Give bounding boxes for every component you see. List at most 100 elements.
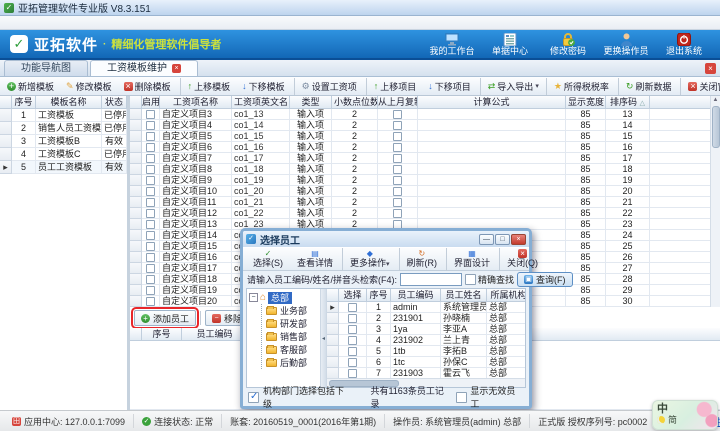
toolbar-button[interactable]: ↻ 刷新数据 bbox=[618, 78, 679, 95]
switch-operator-button[interactable]: 更换操作员 bbox=[600, 33, 652, 56]
exact-search-checkbox[interactable] bbox=[465, 274, 476, 285]
include-sub-checkbox[interactable] bbox=[248, 392, 259, 403]
template-row[interactable]: 1 工资模板 已停用 bbox=[0, 109, 127, 122]
enable-checkbox[interactable] bbox=[146, 231, 155, 240]
employee-row[interactable]: ▸ 1 admin 系统管理员 总部 bbox=[327, 302, 525, 313]
dialog-toolbar-button[interactable]: ▤ 查看详情 bbox=[290, 248, 340, 271]
org-tree-item[interactable]: 销售部 bbox=[262, 330, 320, 343]
employee-row[interactable]: 5 1tb 李拓B 总部 业务部 bbox=[327, 346, 525, 357]
employee-row[interactable]: 2 231901 孙晓楠 总部 销售部 bbox=[327, 313, 525, 324]
query-button[interactable]: ▣ 查询(F) bbox=[517, 272, 573, 287]
enable-checkbox[interactable] bbox=[146, 176, 155, 185]
enable-checkbox[interactable] bbox=[146, 209, 155, 218]
select-employee-checkbox[interactable] bbox=[348, 336, 357, 345]
enable-checkbox[interactable] bbox=[146, 110, 155, 119]
employee-row[interactable]: 3 1ya 李亚A 总部 业务部 bbox=[327, 324, 525, 335]
salary-row[interactable]: 自定义项目10 co1_20 输入项 2 85 20 bbox=[130, 186, 710, 197]
add-employee-button[interactable]: + 添加员工 bbox=[134, 310, 196, 326]
toolbar-button[interactable]: ★ 所得税税率 bbox=[546, 78, 616, 95]
salary-row[interactable]: 自定义项目3 co1_13 输入项 2 85 13 bbox=[130, 109, 710, 120]
salary-row[interactable]: 自定义项目5 co1_15 输入项 2 85 15 bbox=[130, 131, 710, 142]
dialog-maximize-button[interactable]: □ bbox=[495, 234, 510, 245]
select-employee-checkbox[interactable] bbox=[348, 314, 357, 323]
toolbar-button[interactable]: × 删除模板 bbox=[119, 78, 178, 95]
show-invalid-checkbox[interactable] bbox=[456, 392, 467, 403]
salary-row[interactable]: 自定义项目9 co1_19 输入项 2 85 19 bbox=[130, 175, 710, 186]
enable-checkbox[interactable] bbox=[146, 121, 155, 130]
tab-salary-template[interactable]: 工资模板维护 × bbox=[90, 60, 198, 76]
dialog-close-button[interactable]: × bbox=[511, 234, 526, 245]
template-row[interactable]: 4 工资模板C 已停用 bbox=[0, 148, 127, 161]
org-tree-item[interactable]: 客服部 bbox=[262, 343, 320, 356]
dialog-toolbar-button[interactable]: ◆ 更多操作▾ bbox=[342, 248, 397, 271]
salary-row[interactable]: 自定义项目12 co1_22 输入项 2 85 22 bbox=[130, 208, 710, 219]
dialog-toolbar-button[interactable]: ↻ 刷新(R) bbox=[399, 248, 445, 271]
scrollbar-thumb[interactable] bbox=[712, 106, 720, 148]
org-tree-root[interactable]: − ⌂ 总部 bbox=[249, 291, 320, 304]
select-employee-checkbox[interactable] bbox=[348, 347, 357, 356]
toolbar-button[interactable]: ⇄ 导入导出 ▾ bbox=[480, 78, 544, 95]
salary-row[interactable]: 自定义项目4 co1_14 输入项 2 85 14 bbox=[130, 120, 710, 131]
template-row[interactable]: 2 销售人员工资模板 已停用 bbox=[0, 122, 127, 135]
toolbar-button[interactable]: ↓ 下移项目 bbox=[423, 78, 478, 95]
toolbar-button[interactable]: ⚙ 设置工资项 bbox=[294, 78, 364, 95]
copy-checkbox[interactable] bbox=[393, 143, 402, 152]
ime-widget[interactable]: 中 简 bbox=[652, 400, 718, 430]
tab-function-nav[interactable]: 功能导航图 bbox=[4, 60, 88, 76]
copy-checkbox[interactable] bbox=[393, 121, 402, 130]
enable-checkbox[interactable] bbox=[146, 242, 155, 251]
copy-checkbox[interactable] bbox=[393, 165, 402, 174]
dialog-toolbar-button[interactable]: ✓ 选择(S) bbox=[246, 248, 290, 271]
copy-checkbox[interactable] bbox=[393, 187, 402, 196]
org-tree-item[interactable]: 后勤部 bbox=[262, 356, 320, 369]
template-row[interactable]: 3 工资模板B 有效 bbox=[0, 135, 127, 148]
employee-row[interactable]: 7 231903 霍云飞 总部 bbox=[327, 368, 525, 378]
tabrow-close-icon[interactable]: × bbox=[705, 63, 716, 74]
salary-row[interactable]: 自定义项目8 co1_18 输入项 2 85 18 bbox=[130, 164, 710, 175]
enable-checkbox[interactable] bbox=[146, 187, 155, 196]
workbench-button[interactable]: 我的工作台 bbox=[426, 33, 478, 56]
dialog-toolbar-button[interactable]: ▦ 界面设计 bbox=[446, 248, 497, 271]
enable-checkbox[interactable] bbox=[146, 286, 155, 295]
toolbar-button[interactable]: ↓ 下移模板 bbox=[237, 78, 292, 95]
copy-checkbox[interactable] bbox=[393, 198, 402, 207]
toolbar-button[interactable]: ✎ 修改模板 bbox=[61, 78, 119, 95]
dialog-titlebar[interactable]: ✓ 选择员工 — □ × bbox=[243, 231, 529, 247]
select-employee-checkbox[interactable] bbox=[348, 369, 357, 378]
copy-checkbox[interactable] bbox=[393, 176, 402, 185]
select-employee-checkbox[interactable] bbox=[348, 358, 357, 367]
org-tree-item[interactable]: 业务部 bbox=[262, 304, 320, 317]
enable-checkbox[interactable] bbox=[146, 198, 155, 207]
enable-checkbox[interactable] bbox=[146, 165, 155, 174]
employee-search-input[interactable] bbox=[400, 273, 462, 286]
employee-row[interactable]: 6 1tc 孙保C 总部 业务部 bbox=[327, 357, 525, 368]
enable-checkbox[interactable] bbox=[146, 264, 155, 273]
enable-checkbox[interactable] bbox=[146, 220, 155, 229]
toolbar-button[interactable]: ↑ 上移项目 bbox=[366, 78, 424, 95]
scroll-up-icon[interactable]: ▲ bbox=[713, 96, 719, 105]
template-row[interactable]: ▸ 5 员工工资模板 有效 bbox=[0, 161, 127, 174]
document-center-button[interactable]: 单据中心 bbox=[484, 33, 536, 56]
dialog-toolbar-button[interactable]: × 关闭(Q) bbox=[499, 248, 545, 271]
enable-checkbox[interactable] bbox=[146, 132, 155, 141]
tree-collapse-icon[interactable]: − bbox=[249, 293, 258, 302]
enable-checkbox[interactable] bbox=[146, 143, 155, 152]
toolbar-button[interactable]: ↑ 上移模板 bbox=[180, 78, 238, 95]
exit-system-button[interactable]: 退出系统 bbox=[658, 33, 710, 56]
enable-checkbox[interactable] bbox=[146, 154, 155, 163]
select-employee-checkbox[interactable] bbox=[348, 303, 357, 312]
salary-table-scrollbar[interactable]: ▲ bbox=[710, 96, 720, 307]
copy-checkbox[interactable] bbox=[393, 154, 402, 163]
org-tree-item[interactable]: 研发部 bbox=[262, 317, 320, 330]
copy-checkbox[interactable] bbox=[393, 209, 402, 218]
tab-close-icon[interactable]: × bbox=[172, 64, 181, 73]
toolbar-button[interactable]: + 新增模板 bbox=[2, 78, 61, 95]
copy-checkbox[interactable] bbox=[393, 110, 402, 119]
salary-row[interactable]: 自定义项目7 co1_17 输入项 2 85 17 bbox=[130, 153, 710, 164]
enable-checkbox[interactable] bbox=[146, 275, 155, 284]
copy-checkbox[interactable] bbox=[393, 132, 402, 141]
enable-checkbox[interactable] bbox=[146, 297, 155, 306]
enable-checkbox[interactable] bbox=[146, 253, 155, 262]
toolbar-button[interactable]: × 关闭窗口 bbox=[680, 78, 720, 95]
employee-row[interactable]: 4 231902 兰上青 总部 业务部 bbox=[327, 335, 525, 346]
